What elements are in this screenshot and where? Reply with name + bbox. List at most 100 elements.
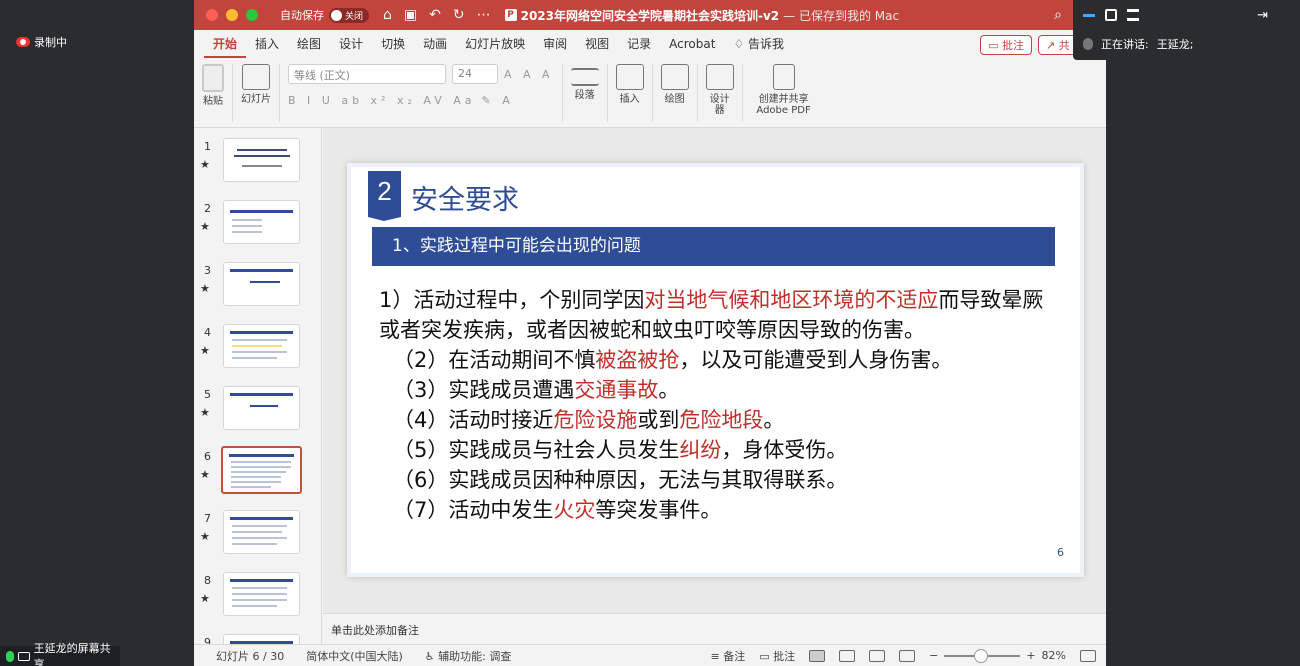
- tab-draw[interactable]: 绘图: [288, 30, 330, 58]
- thumbnail-image: [223, 634, 300, 644]
- fit-to-window-button[interactable]: [1080, 649, 1096, 662]
- comments-button[interactable]: ▭ 批注: [980, 35, 1032, 55]
- zoom-slider-knob[interactable]: [974, 648, 989, 663]
- slide-thumbnail[interactable]: 5 ★: [194, 386, 321, 442]
- slide-thumbnails-pane[interactable]: 1 ★ 2 ★ 3 ★ 4 ★ 5 ★ 6 ★ 7 ★ 8 ★ 9: [194, 128, 322, 644]
- slide-thumbnail[interactable]: 4 ★: [194, 324, 321, 380]
- language-indicator[interactable]: 简体中文(中国大陆): [306, 648, 403, 664]
- zoom-slider[interactable]: [944, 648, 1021, 663]
- paste-label: 粘贴: [203, 96, 223, 107]
- normal-view-button[interactable]: [809, 649, 826, 662]
- item-5: （5）实践成员与社会人员发生纠纷，身体受伤。: [393, 438, 848, 462]
- insert-group[interactable]: 插入: [608, 64, 653, 122]
- font-size-controls-icon[interactable]: A A A: [504, 68, 554, 81]
- clipboard-icon: [202, 64, 224, 92]
- slide-thumbnail[interactable]: 8 ★: [194, 572, 321, 628]
- share-icon: ↗: [1046, 39, 1059, 52]
- accessibility-label: 辅助功能: 调查: [438, 649, 512, 663]
- font-size-select[interactable]: 24: [452, 64, 498, 84]
- tab-record[interactable]: 记录: [618, 30, 660, 58]
- autosave-control: 自动保存 关闭: [280, 7, 370, 23]
- slide-body-text[interactable]: 1）活动过程中，个别同学因对当地气候和地区环境的不适应而导致晕厥或者突发疾病，或…: [379, 285, 1059, 525]
- font-name-select[interactable]: 等线 (正文): [288, 64, 446, 84]
- accessibility-status[interactable]: ♿ 辅助功能: 调查: [425, 648, 512, 664]
- zoom-window-button[interactable]: [246, 9, 258, 21]
- slide-editor-canvas[interactable]: 2 安全要求 1、实践过程中可能会出现的问题 1）活动过程中，个别同学因对当地气…: [323, 128, 1106, 613]
- window-icon[interactable]: [1105, 9, 1117, 21]
- minimize-icon[interactable]: [1083, 13, 1095, 17]
- slide-thumbnail[interactable]: 7 ★: [194, 510, 321, 566]
- tab-slideshow[interactable]: 幻灯片放映: [456, 30, 534, 58]
- zoom-level[interactable]: 82%: [1042, 649, 1066, 662]
- slide-thumbnail-selected[interactable]: 6 ★: [194, 446, 321, 504]
- tab-design[interactable]: 设计: [330, 30, 372, 58]
- screen-share-bar[interactable]: 王延龙的屏幕共享: [0, 642, 120, 666]
- screen-share-label: 王延龙的屏幕共享: [33, 642, 111, 666]
- insert-textbox-icon: [615, 64, 644, 90]
- paste-group[interactable]: 粘贴: [194, 64, 233, 122]
- insert-label: 插入: [619, 94, 640, 105]
- save-icon[interactable]: ▣: [404, 7, 417, 23]
- slide-number: 3: [204, 264, 211, 277]
- designer-label: 设计器: [709, 94, 730, 116]
- tab-review[interactable]: 审阅: [534, 30, 576, 58]
- tab-tell-me[interactable]: ♢ 告诉我: [724, 30, 793, 58]
- star-icon: ★: [200, 220, 210, 233]
- draw-group[interactable]: 绘图: [653, 64, 698, 122]
- zoom-in-icon[interactable]: +: [1026, 649, 1035, 662]
- text-format-icons[interactable]: B I U ab x² x₂ AV Aa: [288, 94, 476, 107]
- tab-animations[interactable]: 动画: [414, 30, 456, 58]
- tell-me-label: 告诉我: [748, 37, 785, 51]
- tab-transitions[interactable]: 切换: [372, 30, 414, 58]
- home-icon[interactable]: ⌂: [383, 7, 392, 23]
- menu-icon[interactable]: [1127, 9, 1139, 21]
- screen-icon: [17, 651, 30, 661]
- slides-group[interactable]: 幻灯片: [233, 64, 280, 122]
- star-icon: ★: [200, 282, 210, 295]
- star-icon: ★: [200, 530, 210, 543]
- slide-number: 1: [204, 140, 211, 153]
- notes-pane[interactable]: 单击此处添加备注: [323, 613, 1106, 644]
- reading-view-button[interactable]: [869, 649, 886, 662]
- more-icon[interactable]: ⋯: [477, 7, 491, 23]
- notes-toggle[interactable]: ≡ 备注: [711, 648, 746, 664]
- designer-group[interactable]: 设计器: [698, 64, 743, 122]
- muted-mic-icon: [1083, 38, 1093, 50]
- current-slide[interactable]: 2 安全要求 1、实践过程中可能会出现的问题 1）活动过程中，个别同学因对当地气…: [347, 163, 1084, 577]
- slide-number: 9: [204, 636, 211, 644]
- item-3: （3）实践成员遭遇交通事故。: [393, 378, 680, 402]
- comment-icon: ▭: [988, 39, 1002, 52]
- comments-toggle[interactable]: ▭ 批注: [759, 648, 795, 664]
- zoom-out-icon[interactable]: −: [929, 649, 938, 662]
- adobe-pdf-group[interactable]: 创建并共享 Adobe PDF: [743, 64, 825, 122]
- close-window-button[interactable]: [206, 9, 218, 21]
- paragraph-group[interactable]: 段落: [563, 64, 608, 122]
- pptx-file-icon: P: [504, 9, 517, 21]
- undo-icon[interactable]: ↶: [429, 7, 441, 23]
- subtitle-bar[interactable]: 1、实践过程中可能会出现的问题: [372, 227, 1055, 266]
- tab-view[interactable]: 视图: [576, 30, 618, 58]
- slide-page-number: 6: [1057, 546, 1064, 559]
- slide-number: 2: [204, 202, 211, 215]
- item-4: （4）活动时接近危险设施或到危险地段。: [393, 408, 785, 432]
- section-title[interactable]: 安全要求: [411, 178, 519, 217]
- search-icon[interactable]: ⌕: [1054, 7, 1062, 23]
- redo-icon[interactable]: ↻: [453, 7, 465, 23]
- notes-icon: ≡: [710, 649, 724, 663]
- slide-thumbnail[interactable]: 3 ★: [194, 262, 321, 318]
- slide-sorter-button[interactable]: [839, 649, 856, 662]
- tab-insert[interactable]: 插入: [246, 30, 288, 58]
- slide-thumbnail[interactable]: 1 ★: [194, 138, 321, 194]
- tab-acrobat[interactable]: Acrobat: [660, 30, 724, 58]
- exit-icon[interactable]: ⇥: [1257, 8, 1268, 23]
- highlight-color-icons[interactable]: ✎ A: [482, 94, 514, 107]
- zoom-control: − + 82%: [929, 648, 1066, 663]
- minimize-window-button[interactable]: [226, 9, 238, 21]
- comments-label: 批注: [1002, 39, 1024, 52]
- slide-thumbnail[interactable]: 2 ★: [194, 200, 321, 256]
- slideshow-button[interactable]: [899, 649, 916, 662]
- slide-thumbnail[interactable]: 9: [194, 634, 321, 644]
- autosave-toggle[interactable]: 关闭: [329, 7, 370, 23]
- tab-home[interactable]: 开始: [204, 30, 247, 58]
- speaker-name: 王延龙;: [1156, 38, 1194, 51]
